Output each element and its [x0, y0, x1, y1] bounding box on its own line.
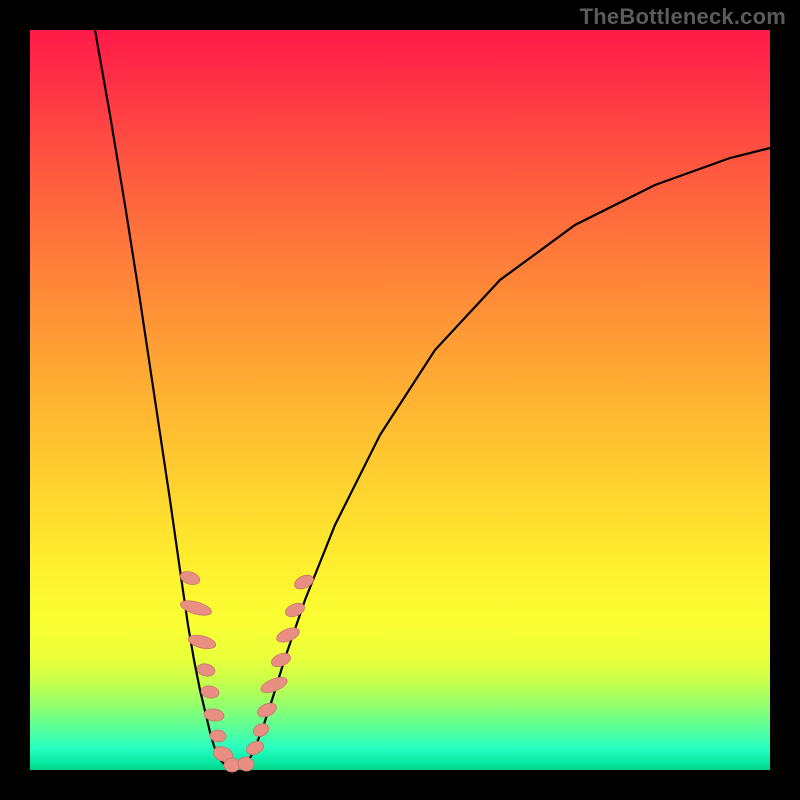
- bead-14: [269, 651, 292, 670]
- bead-17: [292, 572, 315, 591]
- bead-12: [255, 700, 278, 719]
- bead-11: [251, 721, 270, 738]
- bead-9: [236, 755, 255, 773]
- bead-8: [224, 758, 240, 772]
- plot-frame: [30, 30, 770, 770]
- right-curve: [248, 148, 770, 762]
- bead-4: [200, 685, 220, 700]
- left-curve: [95, 30, 222, 762]
- bead-10: [244, 739, 265, 757]
- beads-group: [179, 569, 316, 773]
- plot-svg: [30, 30, 770, 770]
- bead-1: [179, 598, 213, 618]
- bead-3: [196, 662, 216, 677]
- watermark-text: TheBottleneck.com: [580, 4, 786, 30]
- bead-15: [275, 625, 302, 645]
